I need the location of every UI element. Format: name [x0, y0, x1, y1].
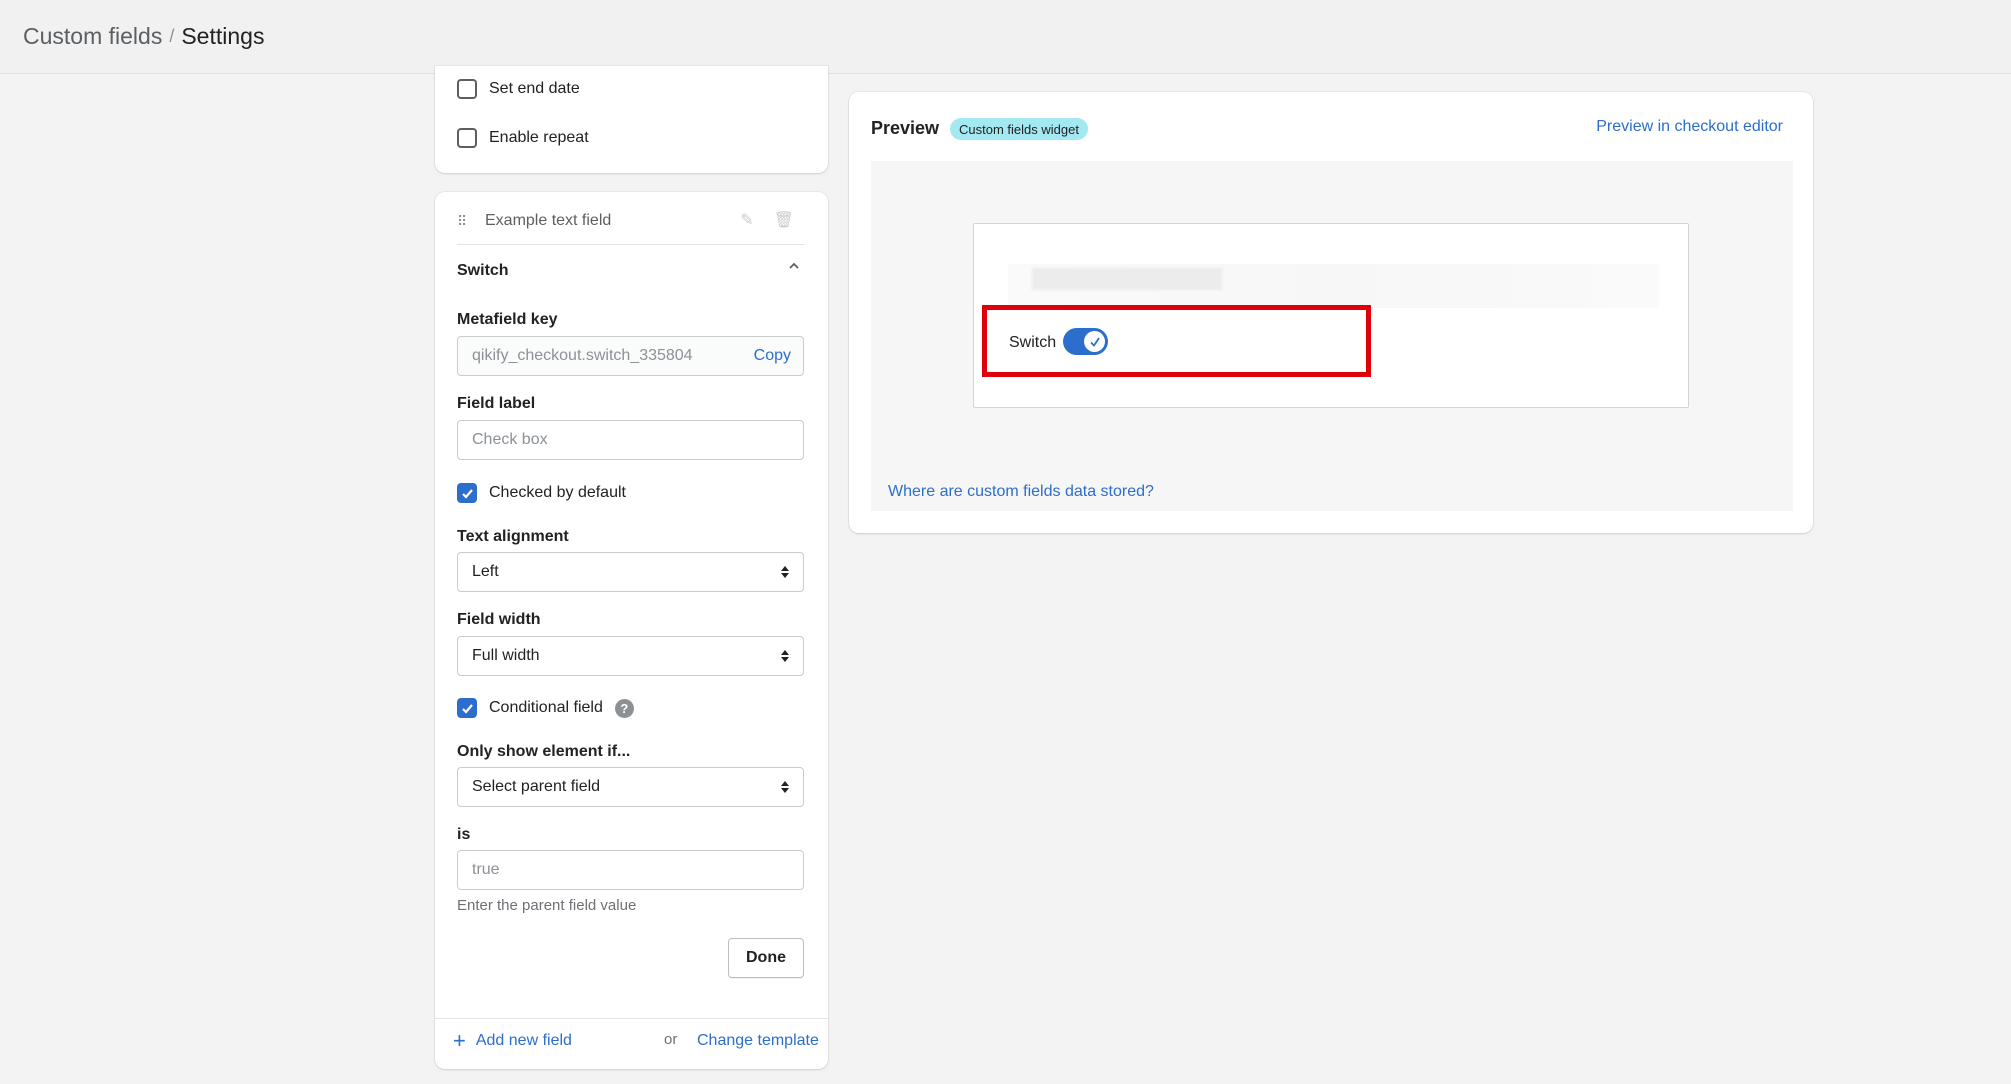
divider: [457, 244, 804, 245]
breadcrumb-parent[interactable]: Custom fields: [23, 23, 162, 50]
or-text: or: [664, 1031, 678, 1048]
set-end-date-checkbox[interactable]: Set end date: [457, 79, 580, 99]
trash-icon[interactable]: 🗑: [774, 210, 794, 230]
metafield-key-value: qikify_checkout.switch_335804: [472, 347, 693, 364]
done-button[interactable]: Done: [728, 938, 804, 978]
data-storage-link[interactable]: Where are custom fields data stored?: [888, 483, 1154, 501]
text-alignment-select[interactable]: Left: [457, 552, 804, 592]
preview-widget: Switch: [973, 223, 1689, 408]
field-label-placeholder: Check box: [472, 431, 548, 448]
field-label-input[interactable]: Check box: [457, 420, 804, 460]
field-label-label: Field label: [457, 395, 536, 412]
change-template-link[interactable]: Change template: [697, 1032, 819, 1050]
edit-icon[interactable]: ✎: [740, 210, 753, 230]
field-editor-card: ⠿ Example text field ✎ 🗑 Switch Metafiel…: [435, 192, 828, 1069]
preview-title: Preview: [871, 118, 940, 138]
check-icon: [461, 703, 473, 714]
metafield-key-label: Metafield key: [457, 311, 558, 328]
checkbox-label: Checked by default: [489, 484, 626, 501]
date-options-card: Set end date Enable repeat: [435, 66, 828, 173]
widget-badge: Custom fields widget: [950, 118, 1088, 140]
select-arrows-icon: [781, 781, 789, 793]
checkbox-label: Set end date: [489, 80, 580, 97]
checkbox-box[interactable]: [457, 483, 477, 503]
metafield-key-input[interactable]: qikify_checkout.switch_335804 Copy: [457, 336, 804, 376]
check-icon: [1089, 337, 1100, 347]
preview-area: Switch Where are custom fields data stor…: [871, 161, 1793, 511]
help-icon[interactable]: ?: [614, 698, 634, 718]
enable-repeat-checkbox[interactable]: Enable repeat: [457, 128, 589, 148]
toggle-knob: [1084, 331, 1105, 352]
chevron-up-icon[interactable]: [788, 260, 800, 272]
checkbox-label: Enable repeat: [489, 129, 589, 146]
field-header: ⠿ Example text field ✎ 🗑: [457, 206, 804, 236]
checkbox-box[interactable]: [457, 79, 477, 99]
switch-toggle[interactable]: [1063, 328, 1108, 355]
plus-icon: +: [453, 1028, 466, 1053]
checkbox-box[interactable]: [457, 698, 477, 718]
top-bar: Custom fields / Settings: [0, 0, 2011, 74]
field-name: Example text field: [485, 212, 612, 229]
select-arrows-icon: [781, 566, 789, 578]
conditional-field-checkbox[interactable]: Conditional field ?: [457, 698, 634, 718]
parent-value-help: Enter the parent field value: [457, 897, 637, 914]
add-new-field-button[interactable]: + Add new field: [453, 1030, 572, 1052]
check-icon: [461, 488, 473, 499]
parent-value-placeholder: true: [472, 861, 500, 878]
preview-card: Preview Custom fields widget Preview in …: [849, 92, 1813, 533]
switch-label: Switch: [1009, 334, 1057, 351]
parent-field-select[interactable]: Select parent field: [457, 767, 804, 807]
select-value: Left: [472, 563, 499, 580]
parent-value-input[interactable]: true: [457, 850, 804, 890]
only-show-label: Only show element if...: [457, 743, 631, 760]
page-title: Settings: [181, 23, 265, 49]
drag-handle-icon[interactable]: ⠿: [457, 213, 471, 230]
is-label: is: [457, 826, 471, 843]
copy-button[interactable]: Copy: [754, 347, 791, 365]
select-value: Full width: [472, 647, 540, 664]
blurred-text: [1032, 268, 1222, 290]
field-width-label: Field width: [457, 611, 541, 628]
footer-divider: [435, 1018, 828, 1019]
section-title: Switch: [457, 262, 509, 279]
preview-in-checkout-editor-link[interactable]: Preview in checkout editor: [1596, 118, 1783, 136]
select-value: Select parent field: [472, 778, 601, 795]
select-arrows-icon: [781, 650, 789, 662]
text-alignment-label: Text alignment: [457, 528, 569, 545]
field-width-select[interactable]: Full width: [457, 636, 804, 676]
checkbox-label: Conditional field: [489, 699, 603, 716]
checkbox-box[interactable]: [457, 128, 477, 148]
add-new-field-label: Add new field: [475, 1032, 572, 1049]
checked-by-default-checkbox[interactable]: Checked by default: [457, 483, 626, 503]
breadcrumb-separator: /: [169, 26, 175, 46]
